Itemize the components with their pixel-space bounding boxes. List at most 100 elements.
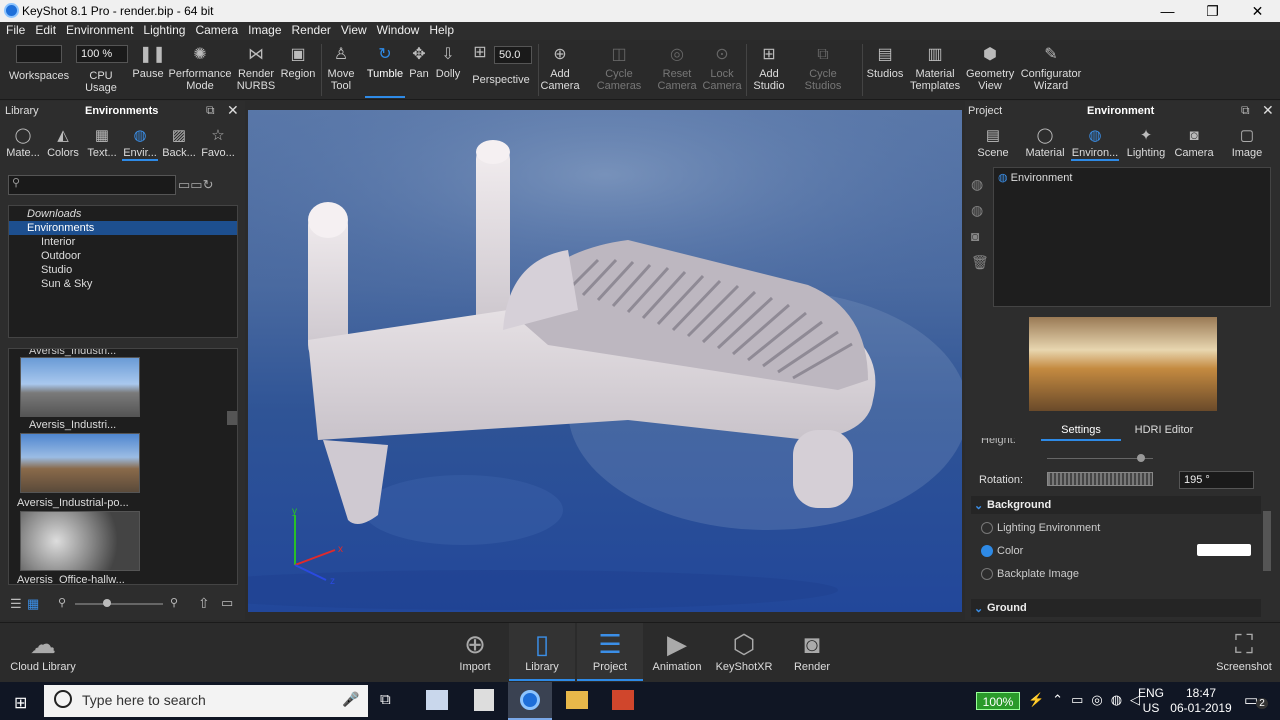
project-button[interactable]: ☰ Project bbox=[577, 623, 643, 681]
tab-materials[interactable]: ◯ Mate... bbox=[6, 123, 40, 159]
color-radio[interactable] bbox=[981, 545, 993, 557]
animation-button[interactable]: ▶ Animation bbox=[648, 623, 706, 681]
folder-icon[interactable]: ▭ bbox=[221, 595, 233, 611]
tab-environments[interactable]: ◍ Envir... bbox=[122, 123, 158, 161]
windows-start-icon[interactable]: ⊞ bbox=[14, 693, 27, 713]
cycle-cameras-button[interactable]: ◫ Cycle Cameras bbox=[594, 40, 644, 98]
height-slider-knob[interactable] bbox=[1137, 454, 1145, 462]
tab-settings[interactable]: Settings bbox=[1041, 424, 1121, 441]
move-tool-button[interactable]: ♙ Move Tool bbox=[324, 40, 358, 98]
file-explorer-icon[interactable] bbox=[566, 691, 588, 709]
studios-button[interactable]: ▤ Studios bbox=[866, 40, 904, 98]
tab-environment[interactable]: ◍ Environ... bbox=[1071, 123, 1119, 161]
perspective-field[interactable]: 50.0 bbox=[494, 46, 532, 64]
pan-button[interactable]: ✥ Pan bbox=[407, 40, 431, 98]
grid-view-icon[interactable]: ▦ bbox=[27, 596, 39, 612]
hdri-preview[interactable] bbox=[1029, 317, 1217, 411]
render-viewport[interactable]: y x z bbox=[248, 110, 962, 612]
add-studio-button[interactable]: ⊞ Add Studio bbox=[750, 40, 788, 98]
cloud-library-button[interactable]: ☁ Cloud Library bbox=[8, 623, 78, 681]
tab-colors[interactable]: ◭ Colors bbox=[46, 123, 80, 159]
pause-button[interactable]: ❚❚ Pause bbox=[132, 40, 165, 98]
menu-render[interactable]: Render bbox=[286, 22, 335, 37]
thumb-industrial-2[interactable] bbox=[20, 433, 140, 493]
microphone-icon[interactable]: 🎤 bbox=[342, 691, 359, 708]
tab-material[interactable]: ◯ Material bbox=[1023, 123, 1067, 159]
list-view-icon[interactable]: ☰ bbox=[10, 596, 22, 612]
menu-window[interactable]: Window bbox=[371, 22, 424, 37]
ground-section[interactable]: ⌄ Ground bbox=[971, 599, 1261, 617]
library-button[interactable]: ▯ Library bbox=[509, 623, 575, 681]
tree-outdoor[interactable]: Outdoor bbox=[9, 249, 237, 263]
tray-icons[interactable]: ⚡⌃▭◎◍◁ bbox=[1028, 692, 1148, 708]
tree-studio[interactable]: Studio bbox=[9, 263, 237, 277]
rotation-dial[interactable] bbox=[1047, 472, 1153, 486]
thumb-scrollbar[interactable] bbox=[227, 411, 237, 425]
taskbar-search-input[interactable]: Type here to search 🎤 bbox=[44, 685, 368, 717]
tab-hdri-editor[interactable]: HDRI Editor bbox=[1131, 424, 1197, 436]
menu-lighting[interactable]: Lighting bbox=[137, 22, 189, 37]
close-panel-icon[interactable]: ✕ bbox=[227, 102, 239, 119]
region-button[interactable]: ▣ Region bbox=[280, 40, 316, 98]
tab-image[interactable]: ▢ Image bbox=[1227, 123, 1267, 159]
configurator-wizard-button[interactable]: ✎ Configurator Wizard bbox=[1020, 40, 1082, 98]
keyshot-taskbar-button[interactable] bbox=[508, 682, 552, 720]
cpu-usage-dropdown[interactable]: 100 % bbox=[76, 45, 128, 63]
close-button[interactable]: ✕ bbox=[1235, 0, 1280, 22]
menu-help[interactable]: Help bbox=[423, 22, 458, 37]
folder-icons[interactable]: ▭▭↻ bbox=[178, 177, 213, 193]
powerpoint-icon[interactable] bbox=[612, 690, 634, 710]
tab-camera[interactable]: ◙ Camera bbox=[1173, 123, 1215, 159]
tree-sun-sky[interactable]: Sun & Sky bbox=[9, 277, 237, 291]
backplate-radio[interactable] bbox=[981, 568, 993, 580]
task-view-icon[interactable]: ⧉ bbox=[380, 691, 391, 708]
rotation-field[interactable]: 195 ° bbox=[1179, 471, 1254, 489]
env-side-icons[interactable]: ◍ ◍ ◙ 🗑 bbox=[971, 171, 989, 275]
geometry-view-button[interactable]: ⬢ Geometry View bbox=[966, 40, 1014, 98]
minimize-button[interactable]: — bbox=[1145, 0, 1190, 22]
battery-indicator[interactable]: 100% bbox=[976, 692, 1020, 710]
render-nurbs-button[interactable]: ⋈ Render NURBS bbox=[236, 40, 276, 98]
menu-camera[interactable]: Camera bbox=[189, 22, 242, 37]
dolly-button[interactable]: ⇩ Dolly bbox=[434, 40, 462, 98]
performance-mode-button[interactable]: ✺ Performance Mode bbox=[168, 40, 232, 98]
material-templates-button[interactable]: ▥ Material Templates bbox=[910, 40, 960, 98]
clock[interactable]: 18:47 06-01-2019 bbox=[1170, 686, 1232, 716]
tab-backplates[interactable]: ▨ Back... bbox=[162, 123, 196, 159]
environment-item[interactable]: ◍ Environment bbox=[994, 168, 1270, 187]
tab-textures[interactable]: ▦ Text... bbox=[85, 123, 119, 159]
library-search-input[interactable]: ⚲ bbox=[8, 175, 176, 195]
tab-favorites[interactable]: ☆ Favo... bbox=[200, 123, 236, 159]
menu-view[interactable]: View bbox=[335, 22, 371, 37]
settings-scrollbar[interactable] bbox=[1263, 511, 1271, 571]
tumble-button[interactable]: ↻ Tumble bbox=[365, 40, 405, 98]
color-swatch[interactable] bbox=[1197, 544, 1251, 556]
maximize-button[interactable]: ❐ bbox=[1190, 0, 1235, 22]
add-camera-button[interactable]: ⊕ Add Camera bbox=[540, 40, 580, 98]
project-close-icon[interactable]: ✕ bbox=[1262, 102, 1274, 119]
import-button[interactable]: ⊕ Import bbox=[452, 623, 498, 681]
upload-icon[interactable]: ⇧ bbox=[198, 595, 210, 612]
thumb-office-hallway[interactable] bbox=[20, 511, 140, 571]
workspaces-dropdown[interactable] bbox=[16, 45, 62, 63]
workspaces-button[interactable]: Workspaces bbox=[8, 70, 70, 98]
background-section[interactable]: ⌄ Background bbox=[971, 496, 1261, 514]
lighting-env-radio[interactable] bbox=[981, 522, 993, 534]
tab-scene[interactable]: ▤ Scene bbox=[973, 123, 1013, 159]
menu-file[interactable]: File bbox=[0, 22, 29, 37]
language-indicator[interactable]: ENG US bbox=[1138, 686, 1164, 716]
taskbar-app-1[interactable] bbox=[426, 690, 448, 710]
lock-camera-button[interactable]: ⊙ Lock Camera bbox=[702, 40, 742, 98]
tree-downloads[interactable]: Downloads bbox=[9, 207, 237, 221]
menu-edit[interactable]: Edit bbox=[29, 22, 60, 37]
slider-knob[interactable] bbox=[103, 599, 111, 607]
keyshotxr-button[interactable]: ⬡ KeyShotXR bbox=[712, 623, 776, 681]
cycle-studios-button[interactable]: ⧉ Cycle Studios bbox=[798, 40, 848, 98]
thumb-industrial-1[interactable] bbox=[20, 357, 140, 417]
render-button[interactable]: ◙ Render bbox=[788, 623, 836, 681]
menu-image[interactable]: Image bbox=[242, 22, 285, 37]
project-undock-icon[interactable]: ⧉ bbox=[1241, 103, 1250, 118]
tab-lighting[interactable]: ✦ Lighting bbox=[1125, 123, 1167, 159]
thumbnail-size-slider[interactable] bbox=[75, 603, 163, 605]
tree-interior[interactable]: Interior bbox=[9, 235, 237, 249]
